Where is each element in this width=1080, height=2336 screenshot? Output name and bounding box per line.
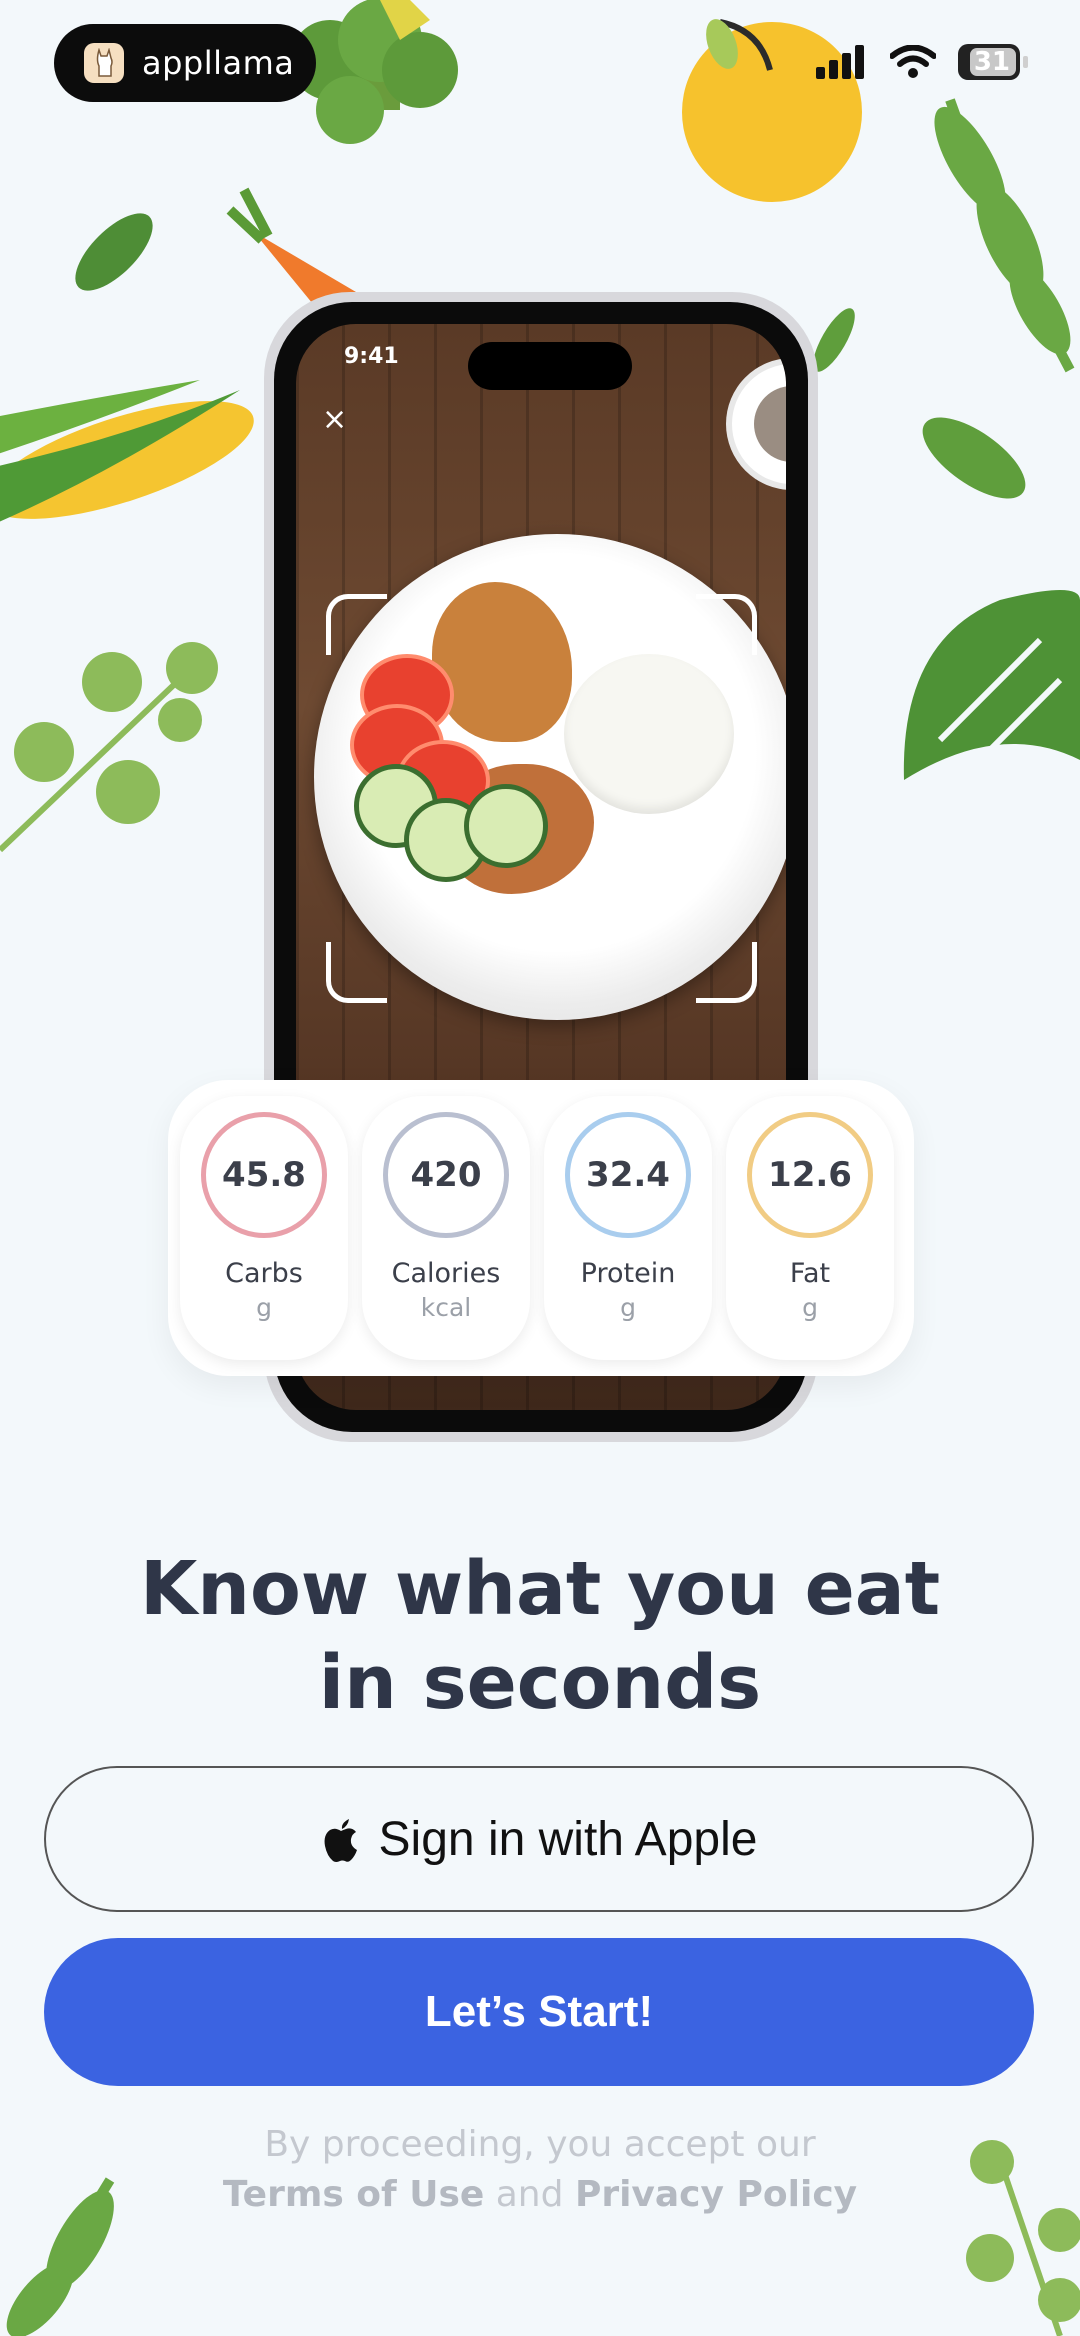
status-icons: 31 <box>816 44 1028 80</box>
apple-logo-icon <box>324 1819 357 1862</box>
nutrition-label: Fat <box>789 1258 831 1289</box>
nutrition-unit: g <box>802 1293 818 1322</box>
scan-corner-bottom-right <box>696 942 757 1003</box>
legal-notice: By proceeding, you accept our Terms of U… <box>0 2120 1080 2220</box>
battery-level: 31 <box>973 47 1010 77</box>
nutrition-label: Carbs <box>225 1258 303 1289</box>
monstera-illustration <box>903 590 1080 780</box>
dynamic-island <box>468 342 632 390</box>
brand-name: appllama <box>142 44 295 82</box>
legal-prefix: By proceeding, you accept our <box>264 2124 816 2165</box>
wifi-icon <box>890 45 936 78</box>
leaf-illustration <box>922 417 1026 499</box>
broccoli-illustration <box>290 0 458 144</box>
nutrition-item-fat: 12.6 Fat g <box>726 1096 894 1360</box>
ring-carbs: 45.8 <box>201 1112 327 1238</box>
leaf-illustration <box>75 213 153 291</box>
arugula-illustration <box>934 98 1075 373</box>
ring-fat: 12.6 <box>747 1112 873 1238</box>
headline-line-1: Know what you eat <box>139 1546 941 1632</box>
inner-clock: 9:41 <box>344 344 399 369</box>
nutrition-card: 45.8 Carbs g 420 Calories kcal 32.4 Prot… <box>168 1080 914 1376</box>
ring-calories: 420 <box>383 1112 509 1238</box>
headline-line-2: in seconds <box>318 1640 762 1726</box>
sign-in-with-apple-button[interactable]: Sign in with Apple <box>44 1766 1034 1912</box>
signal-icon <box>816 45 864 79</box>
brand-pill: appllama <box>54 24 316 102</box>
scan-corner-bottom-left <box>326 942 387 1003</box>
nutrition-unit: g <box>256 1293 272 1322</box>
scan-corner-top-left <box>326 594 387 655</box>
nutrition-unit: kcal <box>420 1293 472 1322</box>
herb-illustration <box>0 642 218 853</box>
ring-protein: 32.4 <box>565 1112 691 1238</box>
legal-and: and <box>495 2174 564 2215</box>
battery-icon: 31 <box>958 44 1028 80</box>
nutrition-label: Calories <box>391 1258 501 1289</box>
apple-button-label: Sign in with Apple <box>378 1812 758 1866</box>
scan-corner-top-right <box>696 594 757 655</box>
nutrition-label: Protein <box>580 1258 676 1289</box>
nutrition-unit: g <box>620 1293 636 1322</box>
close-icon: × <box>322 402 348 437</box>
lets-start-button[interactable]: Let’s Start! <box>44 1938 1034 2086</box>
start-button-label: Let’s Start! <box>424 1987 654 2036</box>
corn-illustration <box>0 380 254 522</box>
privacy-policy-link[interactable]: Privacy Policy <box>575 2174 857 2215</box>
nutrition-item-carbs: 45.8 Carbs g <box>180 1096 348 1360</box>
terms-of-use-link[interactable]: Terms of Use <box>223 2174 484 2215</box>
headline: Know what you eat in seconds <box>0 1542 1080 1730</box>
llama-logo-icon <box>84 43 124 83</box>
nutrition-item-protein: 32.4 Protein g <box>544 1096 712 1360</box>
nutrition-item-calories: 420 Calories kcal <box>362 1096 530 1360</box>
orange-illustration <box>682 19 862 202</box>
